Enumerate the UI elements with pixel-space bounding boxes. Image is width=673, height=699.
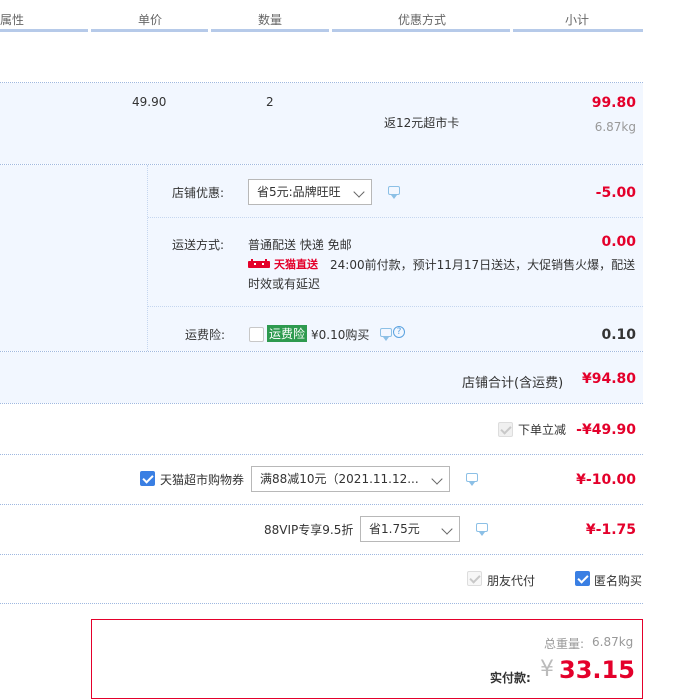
vip-label: 88VIP专享9.5折	[264, 523, 354, 537]
tmall-logo-icon	[248, 258, 270, 268]
insurance-price: ¥0.10购买	[311, 328, 370, 342]
insurance-checkbox[interactable]	[249, 327, 264, 342]
shipping-method: 普通配送 快递 免邮	[248, 238, 352, 252]
header-price: 单价	[138, 13, 163, 27]
item-weight: 6.87kg	[594, 120, 636, 134]
header-underline	[211, 29, 329, 32]
divider	[0, 554, 643, 555]
shop-divider	[147, 165, 148, 351]
divider	[0, 454, 643, 455]
divider	[0, 504, 643, 505]
insurance-label: 运费险:	[185, 328, 226, 342]
order-discount-amount: -¥49.90	[576, 422, 636, 438]
coupon-label: 天猫超市购物券	[160, 473, 245, 487]
shop-discount-amount: -5.00	[595, 185, 636, 201]
shop-total-label: 店铺合计(含运费)	[462, 376, 564, 391]
header-attr: 属性	[0, 13, 25, 27]
pay-label: 实付款:	[490, 671, 531, 685]
item-subtotal: 99.80	[591, 95, 636, 111]
divider	[0, 603, 643, 604]
item-unit-price: 49.90	[132, 95, 167, 109]
divider	[148, 217, 643, 218]
order-discount-label: 下单立减	[518, 423, 567, 437]
vip-select[interactable]: 省1.75元	[360, 516, 460, 542]
friend-pay-checkbox[interactable]	[467, 571, 482, 586]
friend-pay-label: 朋友代付	[487, 574, 536, 588]
insurance-tag: 运费险	[267, 325, 308, 342]
currency-symbol: ¥	[540, 657, 554, 682]
message-icon[interactable]	[380, 328, 392, 341]
shipping-label: 运送方式:	[172, 238, 225, 252]
divider	[148, 306, 643, 307]
vip-option: 省1.75元	[369, 522, 420, 536]
header-underline	[513, 29, 643, 32]
header-subtotal: 小计	[565, 13, 590, 27]
anonymous-label: 匿名购买	[594, 574, 643, 588]
insurance-amount: 0.10	[601, 327, 636, 343]
item-promotion: 返12元超市卡	[384, 116, 460, 130]
message-icon[interactable]	[466, 473, 478, 486]
header-discount: 优惠方式	[398, 13, 447, 27]
message-icon[interactable]	[476, 523, 488, 536]
coupon-select[interactable]: 满88减10元（2021.11.12...	[251, 466, 450, 492]
shipping-note-2: 时效或有延迟	[248, 277, 321, 291]
shipping-note: 24:00前付款，预计11月17日送达，大促销售火爆，配送	[330, 258, 636, 272]
total-weight-label: 总重量:	[544, 637, 585, 651]
tmall-direct-label: 天猫直送	[274, 258, 318, 271]
message-icon[interactable]	[388, 186, 400, 199]
pay-amount: 33.15	[559, 656, 635, 684]
chevron-down-icon	[441, 523, 453, 535]
order-discount-checkbox	[498, 422, 513, 437]
header-underline	[0, 29, 88, 32]
shop-discount-label: 店铺优惠:	[172, 186, 225, 200]
item-row	[0, 83, 643, 164]
coupon-amount: ¥-10.00	[576, 472, 636, 488]
header-underline	[91, 29, 208, 32]
item-quantity: 2	[266, 95, 274, 109]
help-icon[interactable]: ?	[393, 326, 405, 338]
chevron-down-icon	[431, 473, 443, 485]
shop-total-amount: ¥94.80	[581, 371, 636, 387]
chevron-down-icon	[353, 186, 365, 198]
total-weight-value: 6.87kg	[592, 635, 634, 649]
header-underline	[332, 29, 510, 32]
header-qty: 数量	[258, 13, 283, 27]
vip-amount: ¥-1.75	[585, 522, 636, 538]
coupon-option: 满88减10元（2021.11.12...	[260, 472, 419, 486]
anonymous-checkbox[interactable]	[575, 571, 590, 586]
shop-discount-select[interactable]: 省5元:品牌旺旺	[248, 179, 372, 205]
divider	[0, 403, 643, 404]
shop-discount-option: 省5元:品牌旺旺	[257, 185, 341, 199]
shipping-amount: 0.00	[601, 234, 636, 250]
coupon-checkbox[interactable]	[140, 471, 155, 486]
